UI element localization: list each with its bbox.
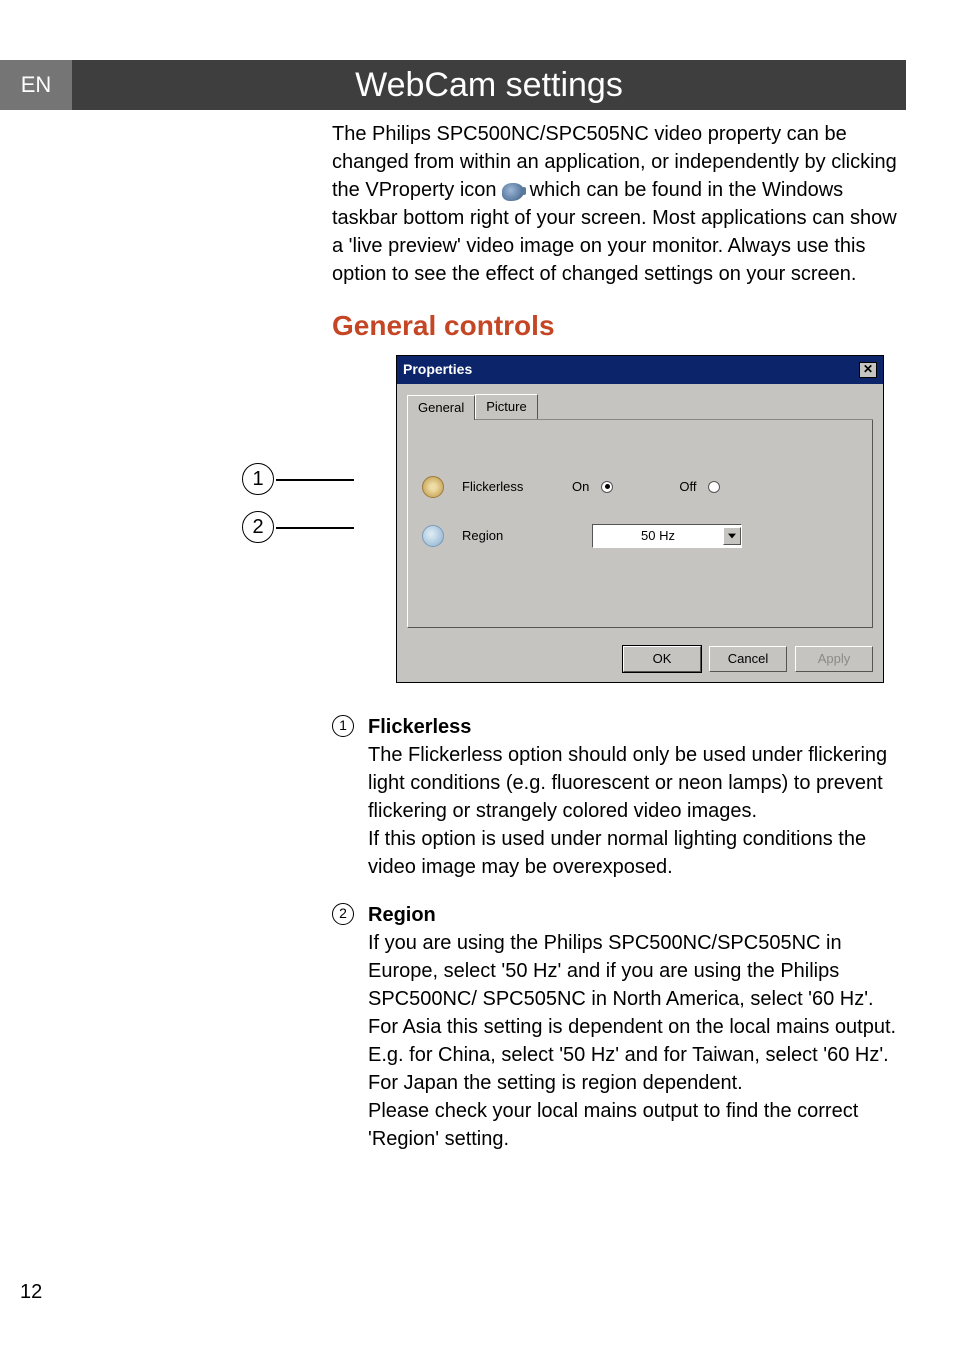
desc-text-1: Flickerless The Flickerless option shoul…: [368, 713, 906, 881]
tab-general[interactable]: General: [407, 395, 475, 420]
content-column: The Philips SPC500NC/SPC505NC video prop…: [332, 120, 906, 1173]
flickerless-off-label: Off: [679, 478, 696, 496]
flickerless-controls: On Off: [572, 478, 858, 496]
tab-picture[interactable]: Picture: [475, 394, 537, 419]
section-heading: General controls: [332, 306, 906, 345]
dialog-titlebar: Properties ✕: [397, 356, 883, 384]
page-title: WebCam settings: [72, 60, 906, 110]
flickerless-off-radio[interactable]: [708, 481, 720, 493]
flickerless-row: Flickerless On Off: [422, 476, 858, 498]
callout-2-line: [276, 527, 354, 529]
description-block: 1 Flickerless The Flickerless option sho…: [332, 713, 906, 1153]
apply-button[interactable]: Apply: [795, 646, 873, 672]
flickerless-icon: [422, 476, 444, 498]
desc-num-2: 2: [332, 903, 354, 925]
desc-num-1: 1: [332, 715, 354, 737]
desc-heading-1: Flickerless: [368, 716, 471, 738]
dialog-button-row: OK Cancel Apply: [397, 636, 883, 682]
region-select[interactable]: 50 Hz: [592, 524, 742, 548]
desc-body-1b: If this option is used under normal ligh…: [368, 828, 866, 878]
dialog-wrapper: 1 2 Properties ✕ General Picture Flicker…: [326, 355, 906, 683]
region-label: Region: [462, 527, 572, 545]
page-number: 12: [20, 1281, 42, 1304]
tab-strip: General Picture: [407, 394, 873, 420]
region-select-value: 50 Hz: [593, 525, 723, 547]
callout-1: 1: [242, 463, 274, 495]
cancel-button[interactable]: Cancel: [709, 646, 787, 672]
desc-item-2: 2 Region If you are using the Philips SP…: [332, 901, 906, 1153]
chevron-down-icon[interactable]: [723, 527, 741, 545]
desc-body-2b: Please check your local mains output to …: [368, 1100, 858, 1150]
callout-1-line: [276, 479, 354, 481]
ok-button[interactable]: OK: [623, 646, 701, 672]
desc-item-1: 1 Flickerless The Flickerless option sho…: [332, 713, 906, 881]
dialog-body: General Picture Flickerless On Off: [397, 384, 883, 636]
flickerless-on-label: On: [572, 478, 589, 496]
flickerless-label: Flickerless: [462, 478, 572, 496]
desc-heading-2: Region: [368, 904, 436, 926]
globe-icon: [422, 525, 444, 547]
properties-dialog: Properties ✕ General Picture Flickerless…: [396, 355, 884, 683]
intro-paragraph: The Philips SPC500NC/SPC505NC video prop…: [332, 120, 906, 288]
region-controls: 50 Hz: [572, 524, 858, 548]
region-row: Region 50 Hz: [422, 524, 858, 548]
desc-body-1a: The Flickerless option should only be us…: [368, 744, 887, 822]
flickerless-on-radio[interactable]: [601, 481, 613, 493]
desc-body-2a: If you are using the Philips SPC500NC/SP…: [368, 932, 896, 1094]
vproperty-icon: [502, 183, 524, 201]
dialog-title-text: Properties: [403, 360, 472, 380]
tab-panel-general: Flickerless On Off Region: [407, 420, 873, 628]
callout-2: 2: [242, 511, 274, 543]
desc-text-2: Region If you are using the Philips SPC5…: [368, 901, 906, 1153]
language-tab: EN: [0, 60, 72, 110]
close-icon[interactable]: ✕: [859, 362, 877, 378]
